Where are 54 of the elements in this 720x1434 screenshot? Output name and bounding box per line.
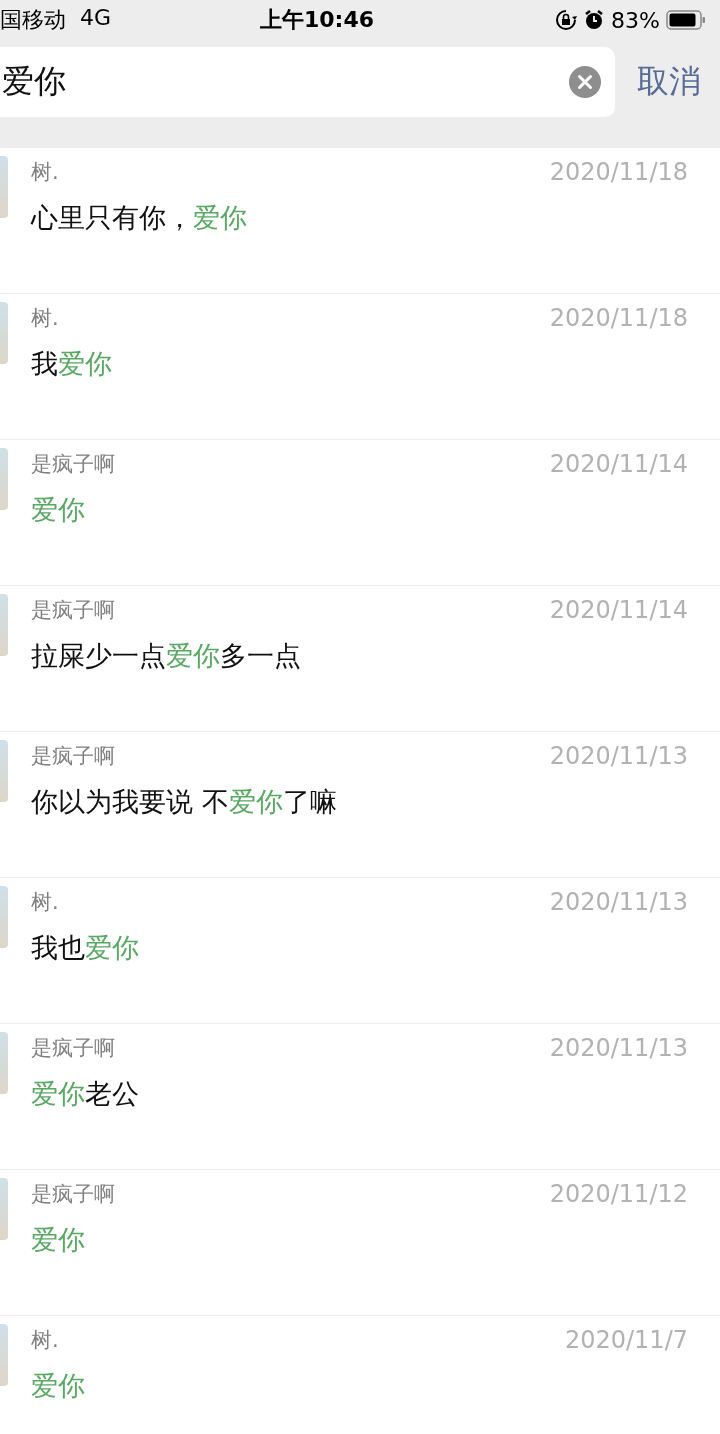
message-date: 2020/11/18 [549,158,688,186]
contact-name: 树. [31,305,59,332]
avatar-photo [0,740,8,802]
message-text: 爱你 [31,1369,85,1403]
search-result-row[interactable]: 树. 2020/11/18 心里只有你，爱你 [0,148,720,294]
avatar-photo [0,302,8,364]
contact-name: 是疯子啊 [31,1035,115,1062]
avatar-photo [0,594,8,656]
message-text: 我也爱你 [31,931,139,965]
message-text: 你以为我要说 不爱你了嘛 [31,785,337,819]
contact-name: 树. [31,159,59,186]
search-result-row[interactable]: 树. 2020/11/13 我也爱你 [0,878,720,1024]
search-field[interactable]: 爱你 [0,47,615,117]
battery-icon [666,10,706,30]
message-date: 2020/11/14 [549,596,688,624]
battery-percentage: 83% [611,7,660,33]
contact-name: 是疯子啊 [31,597,115,624]
message-text: 心里只有你，爱你 [31,201,247,235]
avatar-photo [0,1324,8,1386]
message-date: 2020/11/13 [549,888,688,916]
message-date: 2020/11/7 [564,1326,688,1354]
search-result-row[interactable]: 是疯子啊 2020/11/13 爱你老公 [0,1024,720,1170]
search-result-row[interactable]: 树. 2020/11/7 爱你 [0,1316,720,1434]
contact-name: 是疯子啊 [31,743,115,770]
search-result-row[interactable]: 是疯子啊 2020/11/14 拉屎少一点爱你多一点 [0,586,720,732]
avatar-photo [0,1032,8,1094]
contact-name: 树. [31,889,59,916]
search-result-row[interactable]: 是疯子啊 2020/11/14 爱你 [0,440,720,586]
message-text: 我爱你 [31,347,112,381]
message-date: 2020/11/13 [549,1034,688,1062]
message-text: 爱你 [31,1223,85,1257]
message-text: 爱你老公 [31,1077,139,1111]
search-result-row[interactable]: 是疯子啊 2020/11/12 爱你 [0,1170,720,1316]
message-date: 2020/11/18 [549,304,688,332]
carrier-name: 国移动 [0,6,66,34]
avatar-photo [0,156,8,218]
status-time: 上午10:46 [260,6,375,34]
rotation-lock-icon [555,9,578,31]
contact-name: 是疯子啊 [31,451,115,478]
network-type: 4G [80,5,112,32]
message-date: 2020/11/13 [549,742,688,770]
avatar-photo [0,886,8,948]
avatar-photo [0,1178,8,1240]
avatar-photo [0,448,8,510]
search-result-row[interactable]: 是疯子啊 2020/11/13 你以为我要说 不爱你了嘛 [0,732,720,878]
message-date: 2020/11/14 [549,450,688,478]
message-text: 拉屎少一点爱你多一点 [31,639,301,673]
message-text: 爱你 [31,493,85,527]
search-result-row[interactable]: 树. 2020/11/18 我爱你 [0,294,720,440]
contact-name: 是疯子啊 [31,1181,115,1208]
cancel-button[interactable]: 取消 [637,47,701,117]
message-date: 2020/11/12 [549,1180,688,1208]
contact-name: 树. [31,1327,59,1354]
clear-icon[interactable] [569,66,601,98]
